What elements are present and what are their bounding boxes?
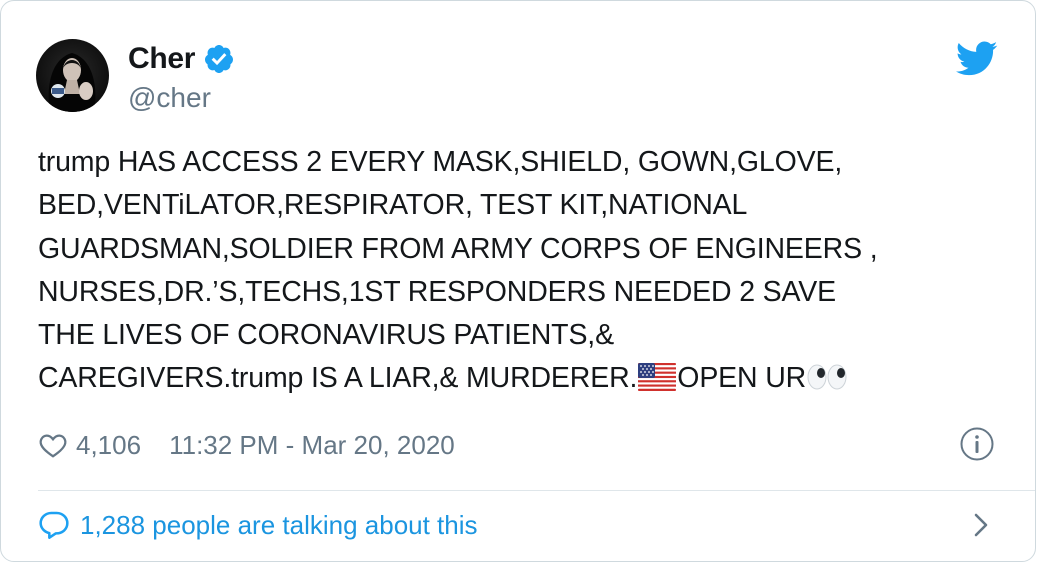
tweet-text-part-1: trump HAS ACCESS 2 EVERY MASK,SHIELD, GO… — [38, 146, 878, 395]
author-handle[interactable]: @cher — [128, 82, 211, 114]
heart-icon[interactable] — [38, 430, 68, 460]
tweet-timestamp[interactable]: 11:32 PM - Mar 20, 2020 — [169, 430, 455, 461]
chevron-right-icon[interactable] — [968, 511, 994, 539]
tweet-text-part-2: OPEN UR — [677, 362, 807, 395]
tweet-meta-row: 4,106 11:32 PM - Mar 20, 2020 — [38, 425, 455, 465]
like-count[interactable]: 4,106 — [76, 430, 141, 461]
divider — [38, 490, 1035, 491]
conversation-link[interactable]: 1,288 people are talking about this — [38, 505, 478, 545]
info-icon[interactable] — [959, 426, 995, 462]
avatar[interactable] — [36, 39, 109, 112]
verified-badge-icon — [203, 43, 235, 75]
speech-bubble-icon — [38, 510, 70, 540]
us-flag-emoji — [638, 361, 677, 392]
display-name[interactable]: Cher — [128, 42, 195, 76]
tweet-card[interactable]: Cher @cher trump HAS ACCESS 2 EVERY MASK… — [0, 0, 1036, 562]
eyes-emoji — [806, 361, 848, 390]
author-name-row[interactable]: Cher — [128, 41, 235, 77]
twitter-bird-icon[interactable] — [955, 41, 998, 77]
tweet-text: trump HAS ACCESS 2 EVERY MASK,SHIELD, GO… — [38, 141, 1028, 401]
conversation-label[interactable]: 1,288 people are talking about this — [80, 510, 478, 541]
